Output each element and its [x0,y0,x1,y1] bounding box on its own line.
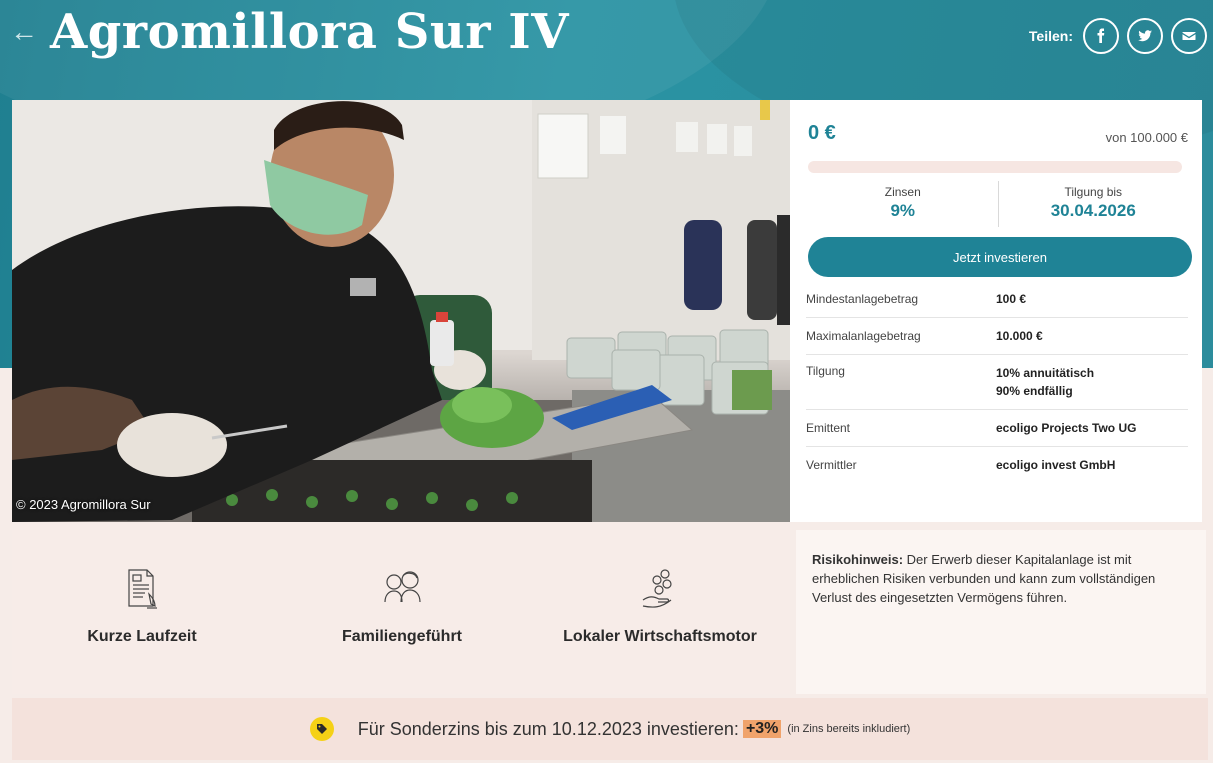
facebook-icon [1097,28,1105,43]
document-icon [128,569,157,609]
share-bar: Teilen: [1029,18,1207,54]
share-label: Teilen: [1028,28,1073,44]
promo-note: (in Zins bereits inkludiert) [787,723,911,735]
detail-key: Emittent [806,421,851,435]
promo-bonus: +3% [742,720,782,738]
goal-amount: von 100.000 € [1105,130,1188,145]
detail-value: ecoligo Projects Two UG [996,421,1137,435]
interest-stat: Zinsen 9% [808,181,998,227]
feature-label: Familiengeführt [341,628,462,645]
funding-progress-bar [808,161,1182,173]
feature-local-economy: Lokaler Wirtschaftsmotor [550,566,770,648]
feature-label: Kurze Laufzeit [87,628,197,645]
twitter-share-button[interactable] [1127,18,1163,54]
feature-family-run: Familiengeführt [292,566,512,648]
detail-row-min: Mindestanlagebetrag 100 € [806,281,1188,318]
features-section: Kurze Laufzeit Familiengeführt Lokaler W… [12,530,790,694]
repayment-label: Tilgung bis [1064,185,1123,199]
promo-text: Für Sonderzins bis zum 10.12.2023 invest… [357,718,739,739]
photo-illustration [12,100,790,522]
detail-row-broker: Vermittler ecoligo invest GmbH [806,447,1188,483]
repayment-stat: Tilgung bis 30.04.2026 [997,181,1189,227]
photo-caption: © 2023 Agromillora Sur [16,497,151,512]
family-icon [384,571,421,603]
raised-amount: 0 € [808,122,836,144]
facebook-share-button[interactable] [1083,18,1119,54]
risk-notice: Risikohinweis: Der Erwerb dieser Kapital… [796,530,1206,694]
interest-value: 9% [890,201,916,220]
detail-value: 10.000 € [996,329,1043,343]
detail-key: Tilgung [806,364,845,378]
detail-value-line2: 90% endfällig [996,384,1073,398]
stats-row: Zinsen 9% Tilgung bis 30.04.2026 [808,181,1188,227]
detail-value-line1: 10% annuitätisch [996,366,1095,380]
detail-value: 10% annuitätisch 90% endfällig [996,364,1094,400]
email-share-button[interactable] [1171,18,1207,54]
detail-key: Maximalanlagebetrag [806,329,921,343]
detail-key: Mindestanlagebetrag [806,292,919,306]
feature-label: Lokaler Wirtschaftsmotor [563,628,757,645]
promo-bar: Für Sonderzins bis zum 10.12.2023 invest… [12,698,1208,760]
risk-title: Risikohinweis: [812,552,904,567]
back-arrow-icon[interactable]: ← [10,18,38,46]
detail-value: 100 € [996,292,1027,306]
email-icon [1182,32,1196,40]
detail-value: ecoligo invest GmbH [996,458,1116,472]
details-table: Mindestanlagebetrag 100 € Maximalanlageb… [806,281,1188,483]
repayment-value: 30.04.2026 [1050,201,1136,220]
project-photo: © 2023 Agromillora Sur [12,100,790,522]
twitter-icon [1138,30,1152,42]
detail-row-issuer: Emittent ecoligo Projects Two UG [806,410,1188,447]
feature-short-term: Kurze Laufzeit [32,566,252,648]
detail-key: Vermittler [806,458,857,472]
detail-row-repayment: Tilgung 10% annuitätisch 90% endfällig [806,355,1188,410]
invest-now-button[interactable]: Jetzt investieren [808,237,1192,277]
amount-row: 0 € von 100.000 € [808,122,1188,145]
tag-icon [309,717,334,741]
detail-row-max: Maximalanlagebetrag 10.000 € [806,318,1188,355]
interest-label: Zinsen [884,185,921,199]
coins-hand-icon [642,569,672,608]
page-title: Agromillora Sur IV [50,4,569,60]
investment-card: 0 € von 100.000 € Zinsen 9% Tilgung bis … [790,100,1202,522]
